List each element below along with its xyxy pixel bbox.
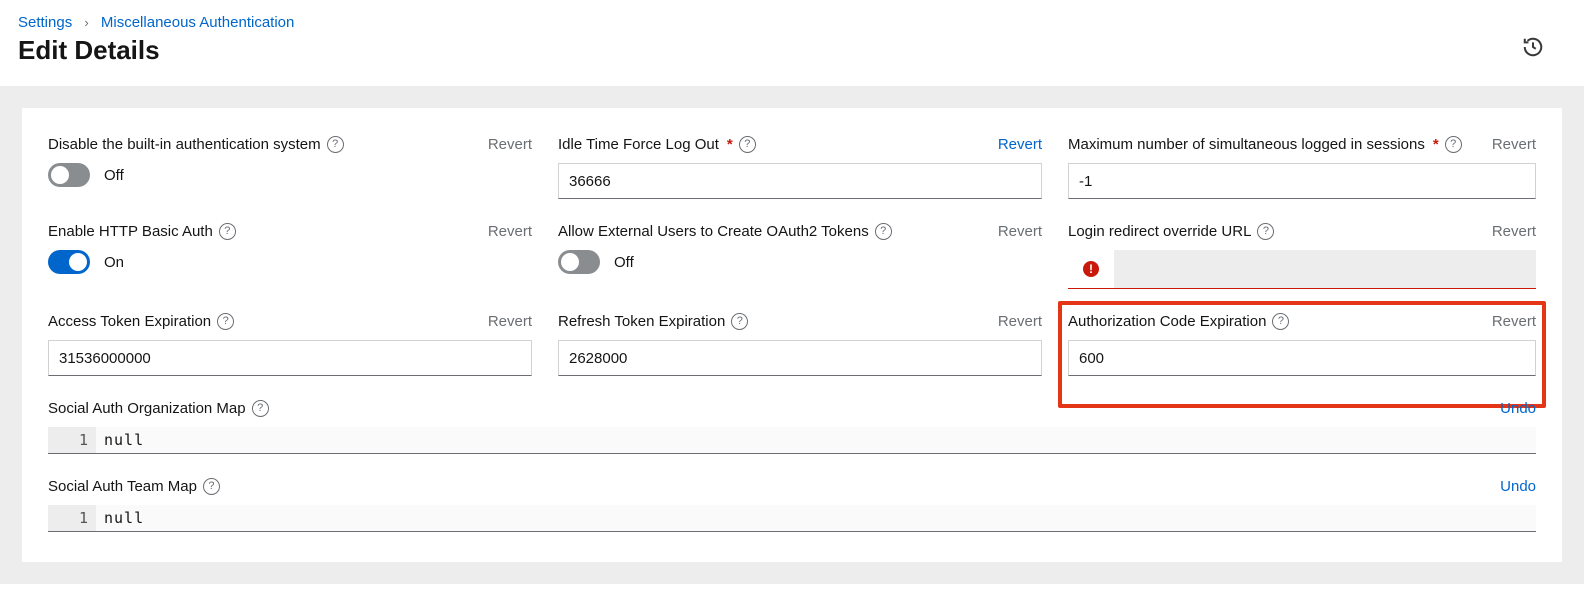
- help-icon[interactable]: ?: [731, 313, 748, 330]
- revert-button[interactable]: Revert: [1492, 223, 1536, 240]
- toggle-allow-external[interactable]: [558, 250, 600, 274]
- revert-button[interactable]: Revert: [1492, 313, 1536, 330]
- field-label: Login redirect override URL ?: [1068, 223, 1274, 240]
- field-label: Social Auth Organization Map ?: [48, 400, 269, 417]
- field-label: Social Auth Team Map ?: [48, 478, 220, 495]
- toggle-state-label: On: [104, 254, 124, 271]
- field-label: Access Token Expiration ?: [48, 313, 234, 330]
- code-editor[interactable]: 1 null: [48, 505, 1536, 532]
- help-icon[interactable]: ?: [875, 223, 892, 240]
- revert-button[interactable]: Revert: [998, 223, 1042, 240]
- field-http-basic: Enable HTTP Basic Auth ? Revert On: [48, 223, 532, 289]
- revert-button[interactable]: Revert: [488, 136, 532, 153]
- undo-button[interactable]: Undo: [1500, 478, 1536, 495]
- field-label: Maximum number of simultaneous logged in…: [1068, 136, 1462, 153]
- field-social-team-map: Social Auth Team Map ? Undo 1 null: [48, 478, 1536, 532]
- settings-card: Disable the built-in authentication syst…: [22, 108, 1562, 562]
- field-refresh-token: Refresh Token Expiration ? Revert: [558, 313, 1042, 376]
- field-label: Refresh Token Expiration ?: [558, 313, 748, 330]
- field-idle-logout: Idle Time Force Log Out * ? Revert: [558, 136, 1042, 199]
- undo-button[interactable]: Undo: [1500, 400, 1536, 417]
- help-icon[interactable]: ?: [739, 136, 756, 153]
- auth-code-input[interactable]: [1068, 340, 1536, 376]
- field-label: Enable HTTP Basic Auth ?: [48, 223, 236, 240]
- breadcrumb-root[interactable]: Settings: [18, 14, 72, 31]
- breadcrumb: Settings › Miscellaneous Authentication: [18, 14, 1566, 31]
- field-auth-code: Authorization Code Expiration ? Revert: [1068, 313, 1536, 376]
- access-token-input[interactable]: [48, 340, 532, 376]
- field-login-redirect: Login redirect override URL ? Revert !: [1068, 223, 1536, 289]
- revert-button[interactable]: Revert: [998, 136, 1042, 153]
- required-marker: *: [1433, 136, 1439, 153]
- toggle-disable-auth[interactable]: [48, 163, 90, 187]
- toggle-state-label: Off: [614, 254, 634, 271]
- highlight-box: Authorization Code Expiration ? Revert: [1058, 301, 1546, 408]
- page-header: Settings › Miscellaneous Authentication …: [0, 0, 1584, 86]
- help-icon[interactable]: ?: [1257, 223, 1274, 240]
- field-label: Allow External Users to Create OAuth2 To…: [558, 223, 892, 240]
- field-max-sessions: Maximum number of simultaneous logged in…: [1068, 136, 1536, 199]
- max-sessions-input[interactable]: [1068, 163, 1536, 199]
- help-icon[interactable]: ?: [203, 478, 220, 495]
- help-icon[interactable]: ?: [327, 136, 344, 153]
- required-marker: *: [727, 136, 733, 153]
- revert-button[interactable]: Revert: [998, 313, 1042, 330]
- page-title: Edit Details: [18, 35, 1566, 66]
- breadcrumb-separator: ›: [84, 15, 88, 30]
- help-icon[interactable]: ?: [1445, 136, 1462, 153]
- field-disable-auth: Disable the built-in authentication syst…: [48, 136, 532, 199]
- code-content[interactable]: null: [96, 505, 1536, 531]
- error-icon: !: [1083, 261, 1099, 277]
- field-label: Disable the built-in authentication syst…: [48, 136, 344, 153]
- help-icon[interactable]: ?: [252, 400, 269, 417]
- line-number: 1: [48, 427, 96, 453]
- toggle-http-basic[interactable]: [48, 250, 90, 274]
- refresh-token-input[interactable]: [558, 340, 1042, 376]
- help-icon[interactable]: ?: [1272, 313, 1289, 330]
- field-allow-external: Allow External Users to Create OAuth2 To…: [558, 223, 1042, 289]
- toggle-state-label: Off: [104, 167, 124, 184]
- breadcrumb-current[interactable]: Miscellaneous Authentication: [101, 14, 294, 31]
- field-access-token: Access Token Expiration ? Revert: [48, 313, 532, 376]
- field-label: Idle Time Force Log Out * ?: [558, 136, 756, 153]
- field-label: Authorization Code Expiration ?: [1068, 313, 1289, 330]
- revert-button[interactable]: Revert: [488, 313, 532, 330]
- revert-button[interactable]: Revert: [488, 223, 532, 240]
- idle-logout-input[interactable]: [558, 163, 1042, 199]
- code-editor[interactable]: 1 null: [48, 427, 1536, 454]
- help-icon[interactable]: ?: [219, 223, 236, 240]
- field-social-org-map: Social Auth Organization Map ? Undo 1 nu…: [48, 400, 1536, 454]
- login-redirect-input[interactable]: !: [1068, 250, 1536, 289]
- help-icon[interactable]: ?: [217, 313, 234, 330]
- code-content[interactable]: null: [96, 427, 1536, 453]
- line-number: 1: [48, 505, 96, 531]
- history-icon[interactable]: [1522, 36, 1544, 58]
- revert-button[interactable]: Revert: [1492, 136, 1536, 153]
